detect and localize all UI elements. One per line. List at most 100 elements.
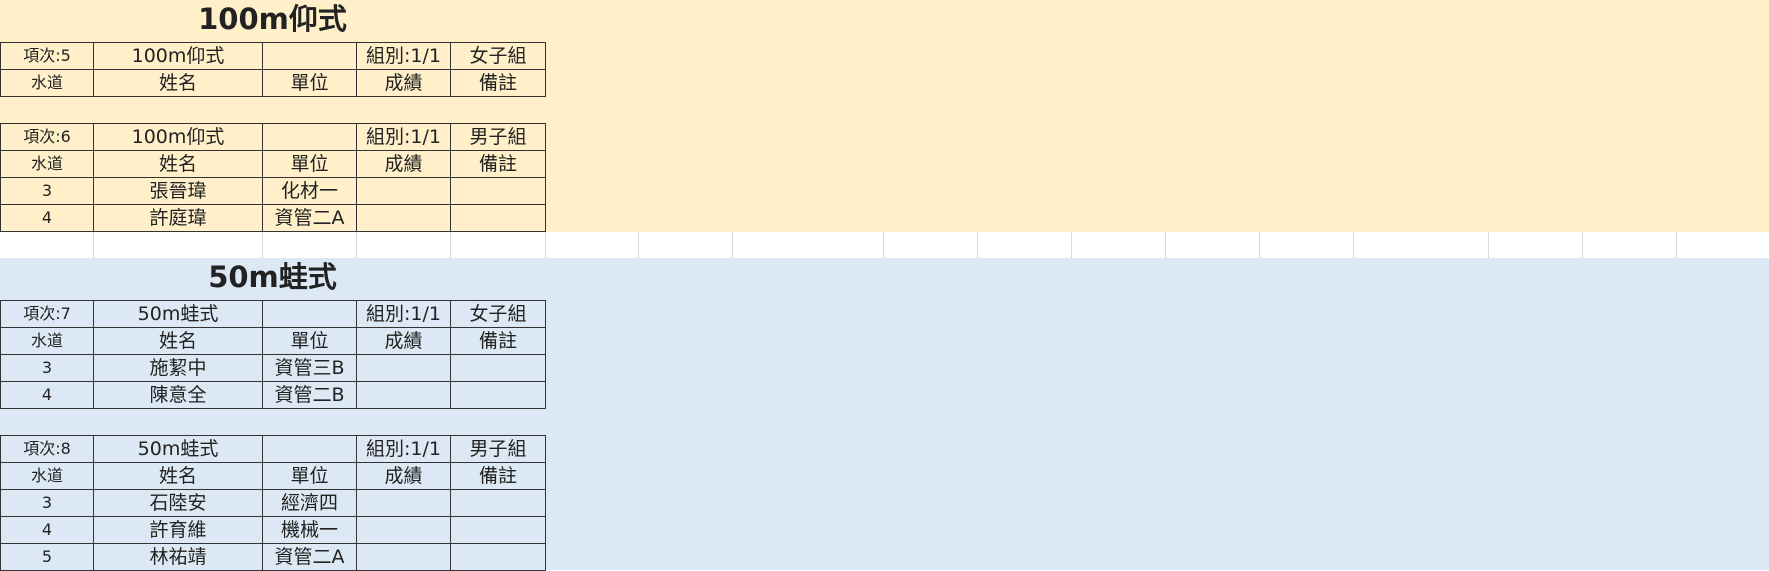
header-remark[interactable]: 備註 xyxy=(450,327,546,355)
heat-info-row: 項次:6 100m仰式 組別:1/1 男子組 xyxy=(0,123,546,151)
empty-cell[interactable] xyxy=(262,123,357,151)
header-unit[interactable]: 單位 xyxy=(262,69,357,97)
lane-cell[interactable]: 3 xyxy=(0,177,94,205)
swimmer-row: 4 許庭瑋 資管二A xyxy=(0,204,546,232)
event-name[interactable]: 100m仰式 xyxy=(93,123,263,151)
result-cell[interactable] xyxy=(356,543,451,571)
header-lane[interactable]: 水道 xyxy=(0,150,94,178)
header-result[interactable]: 成績 xyxy=(356,69,451,97)
event-name[interactable]: 50m蛙式 xyxy=(93,435,263,463)
section-title: 100m仰式 xyxy=(198,2,347,36)
unit-cell[interactable]: 經濟四 xyxy=(262,489,357,517)
column-gridline xyxy=(1582,232,1583,258)
header-name[interactable]: 姓名 xyxy=(93,69,263,97)
column-gridline xyxy=(356,232,357,258)
heat-table-8: 項次:8 50m蛙式 組別:1/1 男子組 水道 姓名 單位 成績 備註 3 石… xyxy=(0,435,546,571)
lane-cell[interactable]: 3 xyxy=(0,354,94,382)
heat-group[interactable]: 組別:1/1 xyxy=(356,42,451,70)
heat-table-7: 項次:7 50m蛙式 組別:1/1 女子組 水道 姓名 單位 成績 備註 3 施… xyxy=(0,300,546,409)
name-cell[interactable]: 許庭瑋 xyxy=(93,204,263,232)
remark-cell[interactable] xyxy=(450,489,546,517)
lane-cell[interactable]: 4 xyxy=(0,204,94,232)
header-remark[interactable]: 備註 xyxy=(450,150,546,178)
event-name[interactable]: 100m仰式 xyxy=(93,42,263,70)
lane-cell[interactable]: 5 xyxy=(0,543,94,571)
column-gridline xyxy=(545,232,546,258)
remark-cell[interactable] xyxy=(450,177,546,205)
lane-cell[interactable]: 4 xyxy=(0,516,94,544)
heat-info-row: 項次:5 100m仰式 組別:1/1 女子組 xyxy=(0,42,546,70)
empty-cell[interactable] xyxy=(262,435,357,463)
event-number[interactable]: 項次:5 xyxy=(0,42,94,70)
unit-cell[interactable]: 機械一 xyxy=(262,516,357,544)
heat-group[interactable]: 組別:1/1 xyxy=(356,123,451,151)
remark-cell[interactable] xyxy=(450,354,546,382)
header-remark[interactable]: 備註 xyxy=(450,462,546,490)
header-name[interactable]: 姓名 xyxy=(93,150,263,178)
name-cell[interactable]: 石陸安 xyxy=(93,489,263,517)
header-remark[interactable]: 備註 xyxy=(450,69,546,97)
remark-cell[interactable] xyxy=(450,381,546,409)
column-gridline xyxy=(732,232,733,258)
event-number[interactable]: 項次:8 xyxy=(0,435,94,463)
gender-division[interactable]: 女子組 xyxy=(450,300,546,328)
heat-group[interactable]: 組別:1/1 xyxy=(356,300,451,328)
header-unit[interactable]: 單位 xyxy=(262,462,357,490)
empty-cell[interactable] xyxy=(262,300,357,328)
header-unit[interactable]: 單位 xyxy=(262,327,357,355)
column-gridline xyxy=(1676,232,1677,258)
column-gridline xyxy=(93,232,94,258)
unit-cell[interactable]: 資管三B xyxy=(262,354,357,382)
result-cell[interactable] xyxy=(356,177,451,205)
result-cell[interactable] xyxy=(356,204,451,232)
result-cell[interactable] xyxy=(356,354,451,382)
column-header-row: 水道 姓名 單位 成績 備註 xyxy=(0,462,546,490)
swimmer-row: 5 林祐靖 資管二A xyxy=(0,543,546,571)
unit-cell[interactable]: 化材一 xyxy=(262,177,357,205)
event-number[interactable]: 項次:6 xyxy=(0,123,94,151)
remark-cell[interactable] xyxy=(450,543,546,571)
lane-cell[interactable]: 4 xyxy=(0,381,94,409)
header-result[interactable]: 成績 xyxy=(356,150,451,178)
swimmer-row: 3 張晉瑋 化材一 xyxy=(0,177,546,205)
header-lane[interactable]: 水道 xyxy=(0,327,94,355)
column-gridline xyxy=(450,232,451,258)
event-name[interactable]: 50m蛙式 xyxy=(93,300,263,328)
header-name[interactable]: 姓名 xyxy=(93,462,263,490)
name-cell[interactable]: 陳意全 xyxy=(93,381,263,409)
header-lane[interactable]: 水道 xyxy=(0,462,94,490)
name-cell[interactable]: 許育維 xyxy=(93,516,263,544)
header-result[interactable]: 成績 xyxy=(356,462,451,490)
gender-division[interactable]: 男子組 xyxy=(450,435,546,463)
header-unit[interactable]: 單位 xyxy=(262,150,357,178)
remark-cell[interactable] xyxy=(450,516,546,544)
gender-division[interactable]: 女子組 xyxy=(450,42,546,70)
column-gridline xyxy=(1353,232,1354,258)
unit-cell[interactable]: 資管二B xyxy=(262,381,357,409)
column-header-row: 水道 姓名 單位 成績 備註 xyxy=(0,327,546,355)
header-lane[interactable]: 水道 xyxy=(0,69,94,97)
gender-division[interactable]: 男子組 xyxy=(450,123,546,151)
result-cell[interactable] xyxy=(356,489,451,517)
unit-cell[interactable]: 資管二A xyxy=(262,543,357,571)
event-number[interactable]: 項次:7 xyxy=(0,300,94,328)
result-cell[interactable] xyxy=(356,516,451,544)
empty-cell[interactable] xyxy=(262,42,357,70)
column-gridline xyxy=(1488,232,1489,258)
section-title: 50m蛙式 xyxy=(208,260,337,294)
header-result[interactable]: 成績 xyxy=(356,327,451,355)
unit-cell[interactable]: 資管二A xyxy=(262,204,357,232)
name-cell[interactable]: 施絜中 xyxy=(93,354,263,382)
swimmer-row: 4 陳意全 資管二B xyxy=(0,381,546,409)
column-gridline xyxy=(1071,232,1072,258)
lane-cell[interactable]: 3 xyxy=(0,489,94,517)
remark-cell[interactable] xyxy=(450,204,546,232)
result-cell[interactable] xyxy=(356,381,451,409)
heat-info-row: 項次:8 50m蛙式 組別:1/1 男子組 xyxy=(0,435,546,463)
name-cell[interactable]: 林祐靖 xyxy=(93,543,263,571)
heat-table-5: 項次:5 100m仰式 組別:1/1 女子組 水道 姓名 單位 成績 備註 xyxy=(0,42,546,97)
name-cell[interactable]: 張晉瑋 xyxy=(93,177,263,205)
heat-group[interactable]: 組別:1/1 xyxy=(356,435,451,463)
separator-row xyxy=(0,232,1769,258)
header-name[interactable]: 姓名 xyxy=(93,327,263,355)
